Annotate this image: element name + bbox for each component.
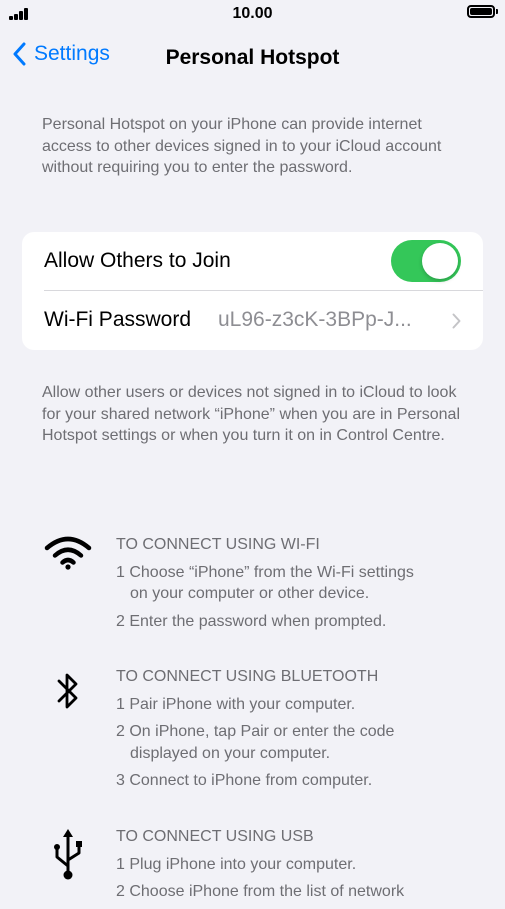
status-bar: 10.00 — [0, 0, 505, 28]
toggle-knob — [422, 243, 458, 279]
usb-instructions-text: TO CONNECT USING USB 1 Plug iPhone into … — [116, 826, 404, 909]
bluetooth-icon — [57, 673, 78, 709]
wifi-password-label: Wi-Fi Password — [44, 308, 192, 331]
wifi-password-row[interactable]: Wi-Fi Password uL96-z3cK-3BPp-J... — [22, 291, 483, 350]
status-time: 10.00 — [232, 5, 273, 22]
usb-icon — [54, 829, 82, 880]
allow-others-row: Allow Others to Join — [22, 232, 483, 291]
bluetooth-step-1: 1 Pair iPhone with your computer. — [116, 695, 356, 713]
usb-heading: TO CONNECT USING USB — [116, 828, 314, 845]
wifi-password-value: uL96-z3cK-3BPp-J... — [218, 308, 412, 331]
wifi-step-1-line-1: 1 Choose “iPhone” from the Wi-Fi setting… — [116, 563, 414, 581]
usb-step-2: 2 Choose iPhone from the list of network — [116, 883, 405, 900]
chevron-right-icon — [452, 313, 461, 329]
wifi-instructions-text: TO CONNECT USING WI-FI 1 Choose “iPhone”… — [116, 534, 414, 638]
wifi-icon — [44, 536, 92, 570]
discoverability-description: Allow other users or devices not signed … — [42, 384, 460, 444]
wifi-step-1-line-2: on your computer or other device. — [130, 585, 370, 602]
intro-description: Personal Hotspot on your iPhone can prov… — [42, 116, 442, 176]
bluetooth-instructions-text: TO CONNECT USING BLUETOOTH 1 Pair iPhone… — [116, 666, 394, 798]
bluetooth-heading: TO CONNECT USING BLUETOOTH — [116, 668, 379, 685]
allow-others-toggle[interactable] — [391, 240, 461, 282]
bluetooth-step-2-line-1: 2 On iPhone, tap Pair or enter the code — [116, 723, 395, 740]
bluetooth-step-3: 3 Connect to iPhone from computer. — [116, 772, 373, 789]
bluetooth-step-2-line-2: displayed on your computer. — [130, 744, 331, 762]
bluetooth-step-2: 2 On iPhone, tap Pair or enter the code … — [116, 721, 394, 764]
navigation-bar: Settings Personal Hotspot — [0, 38, 505, 78]
wifi-step-2: 2 Enter the password when prompted. — [116, 612, 387, 630]
allow-others-label: Allow Others to Join — [44, 249, 231, 272]
wifi-heading: TO CONNECT USING WI-FI — [116, 536, 320, 553]
settings-group: Allow Others to Join Wi-Fi Password uL96… — [22, 232, 483, 350]
wifi-step-1: 1 Choose “iPhone” from the Wi-Fi setting… — [116, 562, 414, 605]
usb-step-1: 1 Plug iPhone into your computer. — [116, 855, 357, 873]
battery-icon — [467, 5, 498, 18]
page-title: Personal Hotspot — [165, 46, 340, 69]
